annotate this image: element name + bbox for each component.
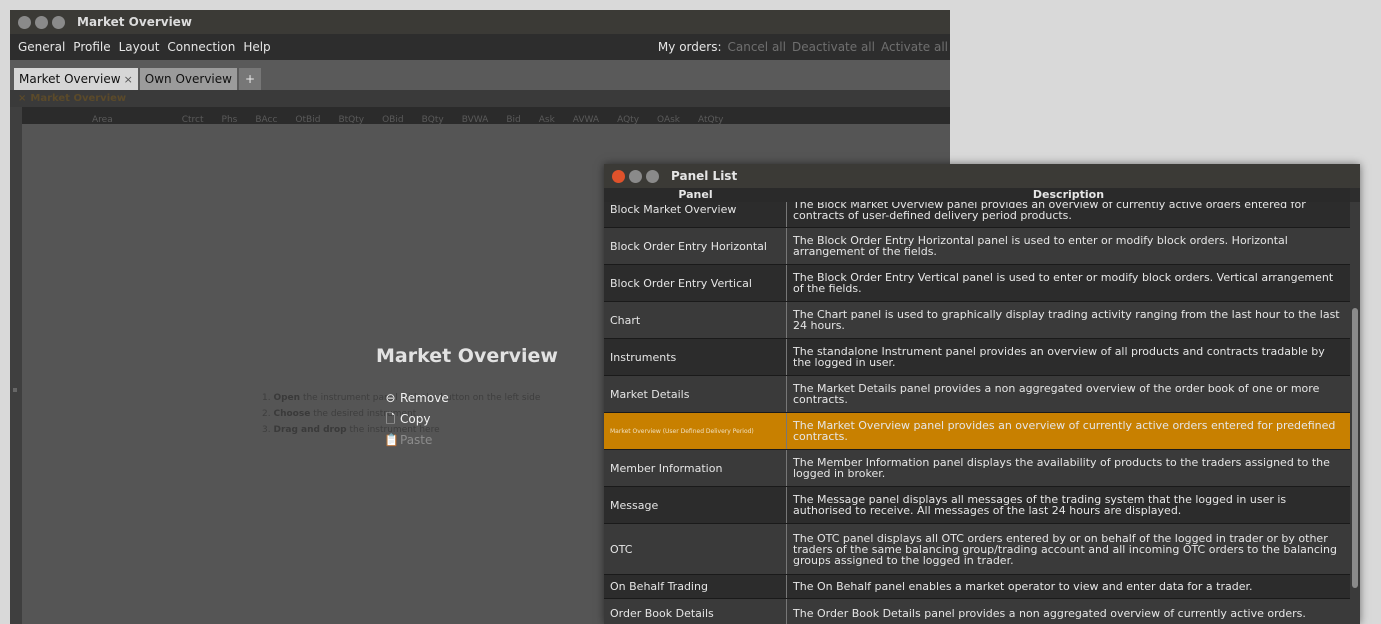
menu-general[interactable]: General [18,40,65,54]
window-title: Market Overview [77,15,192,29]
table-row[interactable]: Market Details The Market Details panel p… [604,376,1350,413]
table-row[interactable]: Order Book Details The Order Book Details… [604,599,1350,624]
panel-header-title: Market Overview [30,93,127,104]
dialog-titlebar: Panel List [604,164,1360,188]
panel-header: × Market Overview [10,90,950,107]
table-row[interactable]: Instruments The standalone Instrument pan… [604,339,1350,376]
tab-bar: Market Overview × Own Overview + [10,60,950,90]
description-cell: The Block Market Overview panel provides… [793,202,1306,222]
description-cell: The Market Details panel provides a non … [793,382,1320,406]
tab-label: Market Overview [19,72,121,86]
window-close-icon[interactable] [18,15,31,29]
description-cell: The Block Order Entry Horizontal panel i… [793,234,1288,258]
context-menu: ⊖ Remove 🗋 Copy 📋 Paste [384,388,449,451]
orders-toolbar: My orders: Cancel all Deactivate all Act… [658,34,948,60]
scrollbar-thumb[interactable] [1352,308,1358,588]
description-cell: The On Behalf panel enables a market ope… [793,580,1253,593]
cancel-all-button[interactable]: Cancel all [727,40,786,54]
panel-name-cell: Instruments [604,339,787,375]
col-description-header[interactable]: Description [787,188,1350,202]
panel-name-cell: Member Information [604,450,787,486]
panel-name-cell: Order Book Details [604,599,787,624]
table-row[interactable]: Market Overview (User Defined Delivery P… [604,413,1350,450]
table-row[interactable]: Block Order Entry Vertical The Block Orde… [604,265,1350,302]
remove-label: Remove [400,391,449,405]
description-cell: The Chart panel is used to graphically d… [793,308,1340,332]
panel-name-cell: Chart [604,302,787,338]
description-cell: The Market Overview panel provides an ov… [793,419,1336,443]
description-cell: The OTC panel displays all OTC orders en… [793,531,1337,567]
menu-profile[interactable]: Profile [73,40,110,54]
description-cell: The Member Information panel displays th… [793,456,1330,480]
panel-name-cell: Block Order Entry Vertical [604,265,787,301]
panel-name-cell: On Behalf Trading [604,575,787,598]
deactivate-all-button[interactable]: Deactivate all [792,40,875,54]
copy-icon: 🗋 [385,412,396,426]
remove-icon: ⊖ [385,391,396,405]
panel-name-cell: Market Details [604,376,787,412]
collapse-icon[interactable]: × [18,93,26,104]
description-cell: The standalone Instrument panel provides… [793,345,1325,369]
window-maximize-icon[interactable] [52,15,65,29]
dialog-close-icon[interactable] [612,169,625,183]
paste-icon: 📋 [384,433,399,447]
menubar: General Profile Layout Connection Help M… [10,34,950,60]
tab-close-icon[interactable]: × [124,73,133,86]
paste-menu-item[interactable]: 📋 Paste [384,430,449,451]
add-tab-button[interactable]: + [238,68,262,90]
copy-menu-item[interactable]: 🗋 Copy [384,409,449,430]
side-handle-icon[interactable] [13,388,17,392]
panel-name-cell: Block Market Overview [604,202,787,227]
col-panel-header[interactable]: Panel [604,188,787,202]
table-row[interactable]: Message The Message panel displays all me… [604,487,1350,524]
left-edge [10,124,22,624]
description-cell: The Block Order Entry Vertical panel is … [793,271,1334,295]
panel-name-cell: Message [604,487,787,523]
table-row[interactable]: Block Order Entry Horizontal The Block Or… [604,228,1350,265]
content-title: Market Overview [376,345,558,367]
copy-label: Copy [400,412,431,426]
table-row[interactable]: Block Market Overview The Block Market Ov… [604,202,1350,228]
dialog-maximize-icon[interactable] [646,169,659,183]
my-orders-label: My orders: [657,40,722,54]
window-minimize-icon[interactable] [35,15,48,29]
table-header: Panel Description [604,188,1350,202]
tab-label: Own Overview [144,72,232,86]
paste-label: Paste [400,433,433,447]
tab-market-overview[interactable]: Market Overview × [14,68,138,90]
table-row[interactable]: Chart The Chart panel is used to graphica… [604,302,1350,339]
activate-all-button[interactable]: Activate all [881,40,948,54]
table-row[interactable]: On Behalf Trading The On Behalf panel ena… [604,575,1350,599]
vertical-scrollbar[interactable] [1350,202,1360,624]
description-cell: The Order Book Details panel provides a … [793,607,1306,620]
tab-own-overview[interactable]: Own Overview [139,68,237,90]
menu-connection[interactable]: Connection [167,40,235,54]
table-body: Block Market Overview The Block Market Ov… [604,202,1350,624]
dialog-title: Panel List [671,169,738,183]
description-cell: The Message panel displays all messages … [793,493,1287,517]
menu-layout[interactable]: Layout [119,40,160,54]
dialog-minimize-icon[interactable] [629,169,642,183]
panel-list-dialog: Panel List Panel Description Block Marke… [604,164,1360,624]
table-row[interactable]: OTC The OTC panel displays all OTC orders… [604,524,1350,575]
remove-menu-item[interactable]: ⊖ Remove [384,388,449,409]
table-row[interactable]: Member Information The Member Information… [604,450,1350,487]
panel-name-cell: Market Overview (User Defined Delivery P… [604,413,787,449]
main-titlebar: Market Overview [10,10,950,34]
panel-name-cell: OTC [604,524,787,574]
menu-help[interactable]: Help [243,40,270,54]
panel-name-cell: Block Order Entry Horizontal [604,228,787,264]
